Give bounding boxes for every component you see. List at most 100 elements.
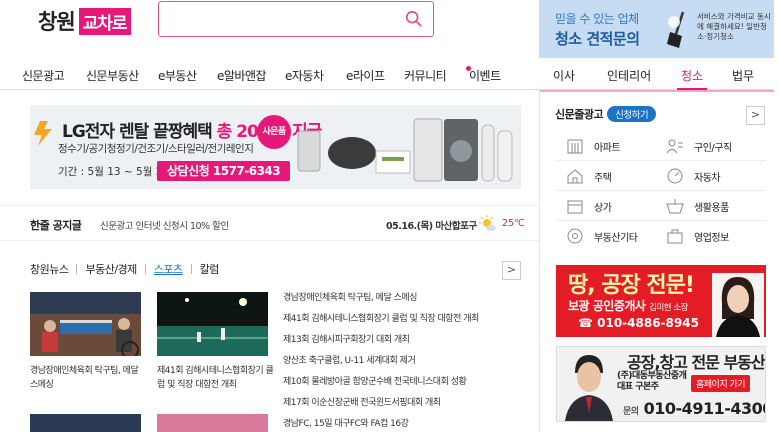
logo-text: 창원: [38, 10, 76, 34]
list-item[interactable]: 제41회 김해시테니스협회장기 클럽 및 직장 대항전 개최: [283, 311, 533, 332]
apartment-icon: [567, 139, 583, 154]
table-tennis-photo[interactable]: [30, 292, 141, 356]
site-logo[interactable]: 창원 교차로: [38, 7, 131, 35]
category-nav: 이사 인테리어 청소 법무: [539, 60, 774, 90]
tab-moving[interactable]: 이사: [553, 67, 575, 84]
household-icon: [666, 199, 684, 214]
sun-cloud-icon: [479, 215, 496, 231]
ad2-company: (주)대동부동산중개 대표 구본주: [617, 371, 687, 393]
classified-next-button[interactable]: >: [746, 106, 765, 125]
list-item[interactable]: 제13회 김해시피구회장기 대회 개최: [283, 332, 533, 353]
land-factory-ad[interactable]: 땅, 공장 전문! 보광 공인중개사 김미현 소장 ☎ 010-4886-894…: [556, 265, 766, 337]
apply-button[interactable]: 신청하기: [607, 106, 657, 122]
homepage-button[interactable]: 홈페이지 가기: [691, 375, 751, 392]
job-icon: [666, 139, 683, 154]
ad1-person-name: 김미현 소장: [649, 303, 688, 313]
nav-item-e-realestate[interactable]: e부동산: [158, 67, 197, 84]
category-label: 생활용품: [694, 202, 729, 214]
news-next-button[interactable]: >: [502, 261, 521, 280]
tab-realestate-economy[interactable]: 부동산/경제: [85, 261, 137, 277]
tab-interior[interactable]: 인테리어: [607, 67, 651, 84]
classified-header: 신문줄광고 신청하기: [555, 106, 657, 122]
tab-separator: [144, 264, 146, 274]
ad2-phone-number: 010-4911-4300: [643, 399, 766, 418]
search-icon[interactable]: [405, 10, 423, 28]
tab-cleaning[interactable]: 청소: [681, 67, 703, 84]
ad1-phone: ☎ 010-4886-8945: [578, 316, 699, 330]
banner-headline-main: LG전자 렌탈 끝짱혜택: [62, 122, 217, 142]
weather-temp: 25℃: [502, 218, 525, 229]
tab-column[interactable]: 칼럼: [200, 261, 220, 277]
tab-changwon-news[interactable]: 창원뉴스: [30, 261, 69, 277]
category-job[interactable]: 구인/구직: [666, 138, 732, 154]
category-apartment[interactable]: 아파트: [566, 138, 621, 154]
nav-item-e-life[interactable]: e라이프: [346, 67, 385, 84]
nav-item-e-albajob[interactable]: e알바앤잡: [217, 67, 267, 84]
consult-button[interactable]: 상담신청 1577-6343: [157, 161, 291, 181]
nav-item-community[interactable]: 커뮤니티: [404, 67, 447, 84]
ad2-company-name: (주)대동부동산중개: [617, 371, 687, 381]
gift-badge: 사은품: [257, 115, 291, 149]
ad2-ceo: 대표 구본주: [617, 382, 659, 392]
search-input[interactable]: [169, 2, 399, 34]
nav-item-event[interactable]: 이벤트: [469, 67, 501, 84]
ad1-headline-a: 땅,: [568, 273, 602, 298]
news-thumb-partial[interactable]: [157, 414, 268, 432]
news-thumb-partial[interactable]: [30, 414, 141, 432]
thumb1-caption[interactable]: 경남장애인체육회 탁구팀, 메달 스메싱: [30, 364, 142, 392]
ad-line1: 믿을 수 있는 업체: [555, 12, 639, 26]
agent-photo: [712, 273, 764, 337]
factory-warehouse-ad[interactable]: 공장,창고 전문 부동산 (주)대동부동산중개 대표 구본주 홈페이지 가기 문의…: [556, 346, 766, 422]
nav-item-newspaper-realestate[interactable]: 신문부동산: [86, 67, 139, 84]
ad-line2: 청소 견적문의: [555, 30, 640, 48]
lg-rental-banner[interactable]: LG전자 렌탈 끝짱혜택 총 20만원 지급 사은품 정수기/공기청정기/건조기…: [30, 105, 521, 189]
ad-side-text: 서비스와 가격비교 동시에 해결하세요! 일반청소·정기청소: [697, 12, 771, 41]
notice-title: 한줄 공지글: [30, 219, 82, 232]
banner-subtitle: 정수기/공기청정기/건조기/스타일러/전기레인지: [58, 143, 254, 155]
ad1-agency: 보광 공인중개사 김미현 소장: [568, 297, 688, 314]
list-item[interactable]: 제17회 이순신장군배 전국윈드서핑대회 개최: [283, 395, 533, 416]
broom-icon: [667, 11, 685, 48]
house-icon: [567, 169, 583, 184]
tab-sports[interactable]: 스포츠: [154, 261, 183, 277]
nav-item-e-car[interactable]: e자동차: [285, 67, 324, 84]
list-item[interactable]: 양산초 축구클럽, U-11 세계대회 제거: [283, 353, 533, 374]
news-tabs: 창원뉴스 부동산/경제 스포츠 칼럼: [30, 261, 219, 277]
tennis-photo[interactable]: [157, 292, 268, 356]
search-box: [158, 1, 434, 37]
category-label: 구인/구직: [694, 142, 732, 154]
news-list: 경남장애인체육회 탁구팀, 메달 스메싱 제41회 김해시테니스협회장기 클럽 …: [283, 290, 533, 432]
cleaning-ad-banner[interactable]: 믿을 수 있는 업체 청소 견적문의 서비스와 가격비교 동시에 해결하세요! …: [539, 0, 774, 58]
ad2-headline-a: 공장,창고: [627, 353, 692, 372]
list-item[interactable]: 경남FC, 15일 대구FC와 FA컵 16강: [283, 416, 533, 432]
tab-separator: [76, 264, 78, 274]
category-car[interactable]: 자동차: [666, 168, 721, 184]
location-icon: [567, 228, 583, 244]
category-store[interactable]: 상가: [566, 198, 612, 214]
category-label: 자동차: [694, 172, 721, 184]
tab-separator: [190, 264, 192, 274]
category-label: 아파트: [594, 142, 621, 154]
category-household[interactable]: 생활용품: [666, 198, 729, 214]
category-label: 상가: [594, 202, 612, 214]
classified-title: 신문줄광고: [555, 108, 604, 121]
category-business-info[interactable]: 영업정보: [666, 228, 729, 244]
tab-legal[interactable]: 법무: [732, 67, 754, 84]
ad2-headline-b: 전문 부동산: [691, 353, 765, 372]
nav-item-newspaper-ads[interactable]: 신문광고: [22, 67, 65, 84]
list-item[interactable]: 제10회 물레방아골 함양군수배 전국테니스대회 성황: [283, 374, 533, 395]
thumb2-caption[interactable]: 제41회 김해시테니스협회장기 클럽 및 직장 대항전 개최: [157, 364, 275, 392]
divider: [556, 160, 766, 161]
ad1-agency-name: 보광 공인중개사: [568, 299, 646, 313]
category-house[interactable]: 주택: [566, 168, 612, 184]
lightning-icon: [34, 121, 52, 146]
logo-badge: 교차로: [78, 7, 131, 35]
notice-bar: 한줄 공지글 신문광고 인터넷 신청시 10% 할인 05.16.(목) 마산합…: [0, 205, 540, 241]
ad1-headline-b: 공장: [601, 273, 640, 298]
category-realestate-etc[interactable]: 부동산기타: [566, 228, 638, 244]
notice-text[interactable]: 신문광고 인터넷 신청시 10% 할인: [100, 218, 229, 232]
column-divider: [539, 90, 540, 432]
agent-photo: [563, 351, 615, 421]
divider: [556, 220, 766, 221]
list-item[interactable]: 경남장애인체육회 탁구팀, 메달 스메싱: [283, 290, 533, 311]
